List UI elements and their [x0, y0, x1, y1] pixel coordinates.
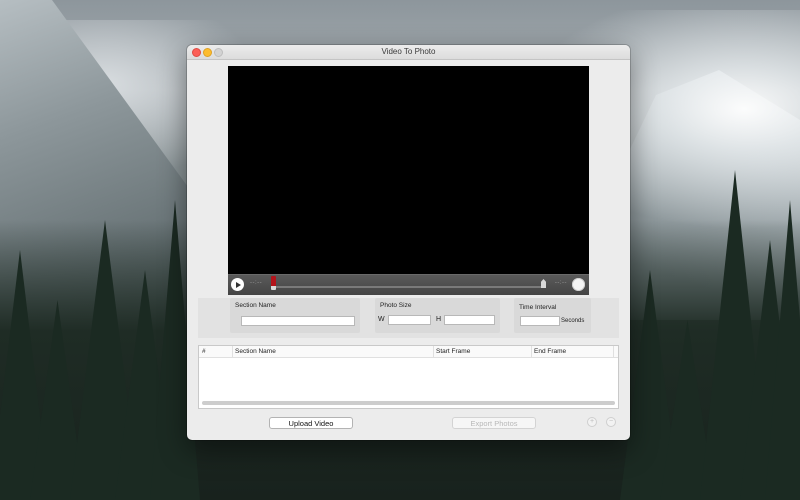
video-controls: --:-- --:-- [228, 274, 589, 295]
column-header-index[interactable]: # [202, 348, 206, 355]
video-preview [228, 66, 589, 274]
section-name-group: Section Name [230, 298, 360, 333]
export-photos-button[interactable]: Export Photos [452, 417, 536, 429]
volume-knob[interactable] [572, 278, 585, 291]
height-label: H [436, 316, 442, 323]
time-interval-group: Time Interval Seconds [514, 298, 591, 333]
duration-label: --:-- [554, 280, 567, 286]
remove-section-button[interactable]: − [606, 417, 616, 427]
window-title: Video To Photo [381, 47, 436, 56]
column-header-start-frame[interactable]: Start Frame [436, 348, 470, 355]
timeline-track[interactable] [273, 286, 544, 288]
play-button[interactable] [231, 278, 244, 291]
section-name-label: Section Name [235, 302, 276, 309]
add-section-button[interactable]: + [587, 417, 597, 427]
time-interval-input[interactable] [520, 316, 560, 326]
start-frame-marker[interactable] [271, 276, 276, 290]
photo-size-group: Photo Size W H [375, 298, 500, 333]
column-divider[interactable] [531, 346, 532, 357]
horizontal-scrollbar[interactable] [202, 401, 615, 405]
photo-size-label: Photo Size [380, 302, 412, 309]
sections-table: # Section Name Start Frame End Frame [198, 345, 619, 409]
width-label: W [378, 316, 385, 323]
settings-panel: Section Name Photo Size W H Time Interva… [198, 298, 619, 338]
column-divider[interactable] [232, 346, 233, 357]
width-input[interactable] [388, 315, 431, 325]
title-bar: Video To Photo [187, 45, 630, 60]
section-name-input[interactable] [241, 316, 355, 326]
current-time-label: --:-- [250, 280, 263, 286]
height-input[interactable] [444, 315, 495, 325]
upload-video-button[interactable]: Upload Video [269, 417, 353, 429]
column-header-end-frame[interactable]: End Frame [534, 348, 566, 355]
column-divider[interactable] [613, 346, 614, 357]
column-divider[interactable] [433, 346, 434, 357]
end-frame-marker[interactable] [541, 279, 546, 288]
seconds-label: Seconds [561, 318, 585, 324]
app-window: Video To Photo --:-- --:-- Section Name … [187, 45, 630, 440]
table-header: # Section Name Start Frame End Frame [199, 346, 618, 358]
time-interval-label: Time Interval [519, 304, 557, 311]
column-header-section-name[interactable]: Section Name [235, 348, 276, 355]
